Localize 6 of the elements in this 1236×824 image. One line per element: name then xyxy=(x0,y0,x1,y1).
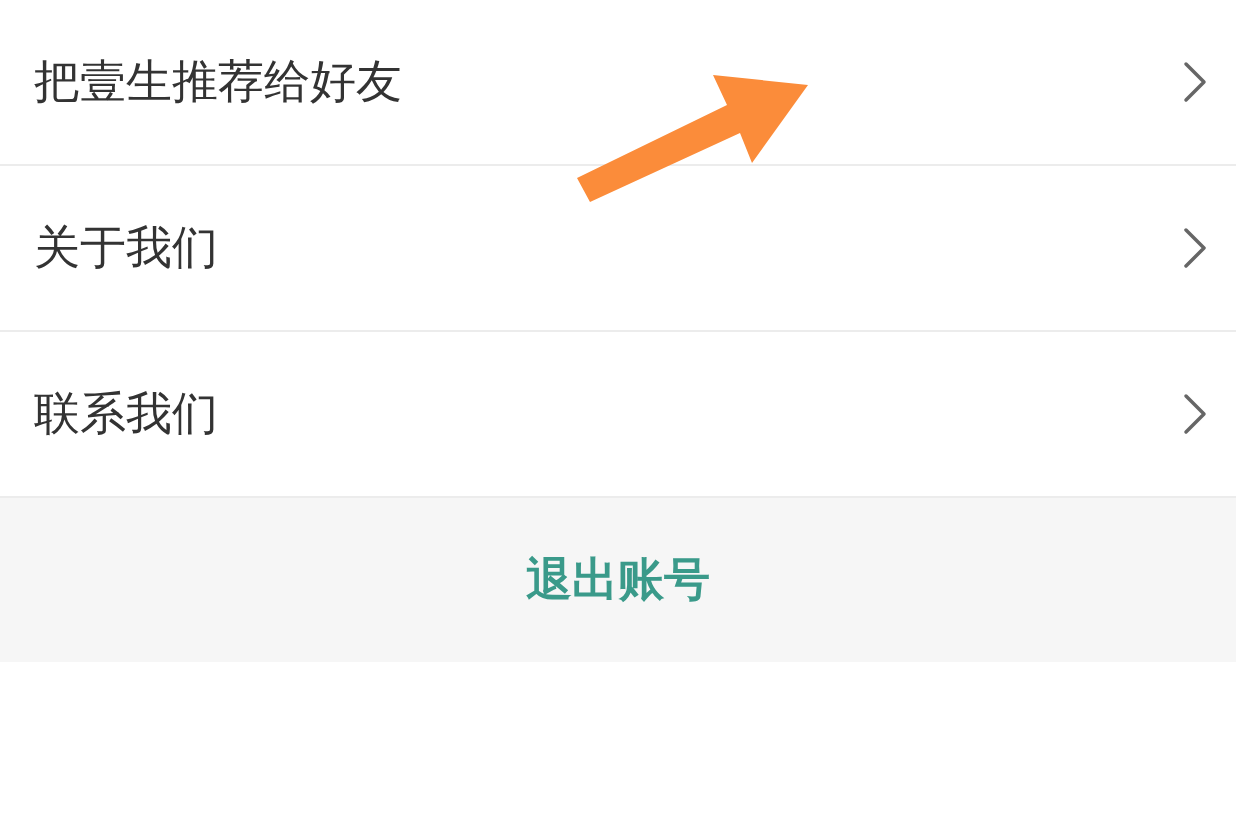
chevron-right-icon xyxy=(1182,392,1208,436)
menu-label: 关于我们 xyxy=(34,219,218,276)
menu-label: 联系我们 xyxy=(34,385,218,442)
chevron-right-icon xyxy=(1182,60,1208,104)
menu-label: 把壹生推荐给好友 xyxy=(34,53,402,110)
chevron-right-icon xyxy=(1182,226,1208,270)
